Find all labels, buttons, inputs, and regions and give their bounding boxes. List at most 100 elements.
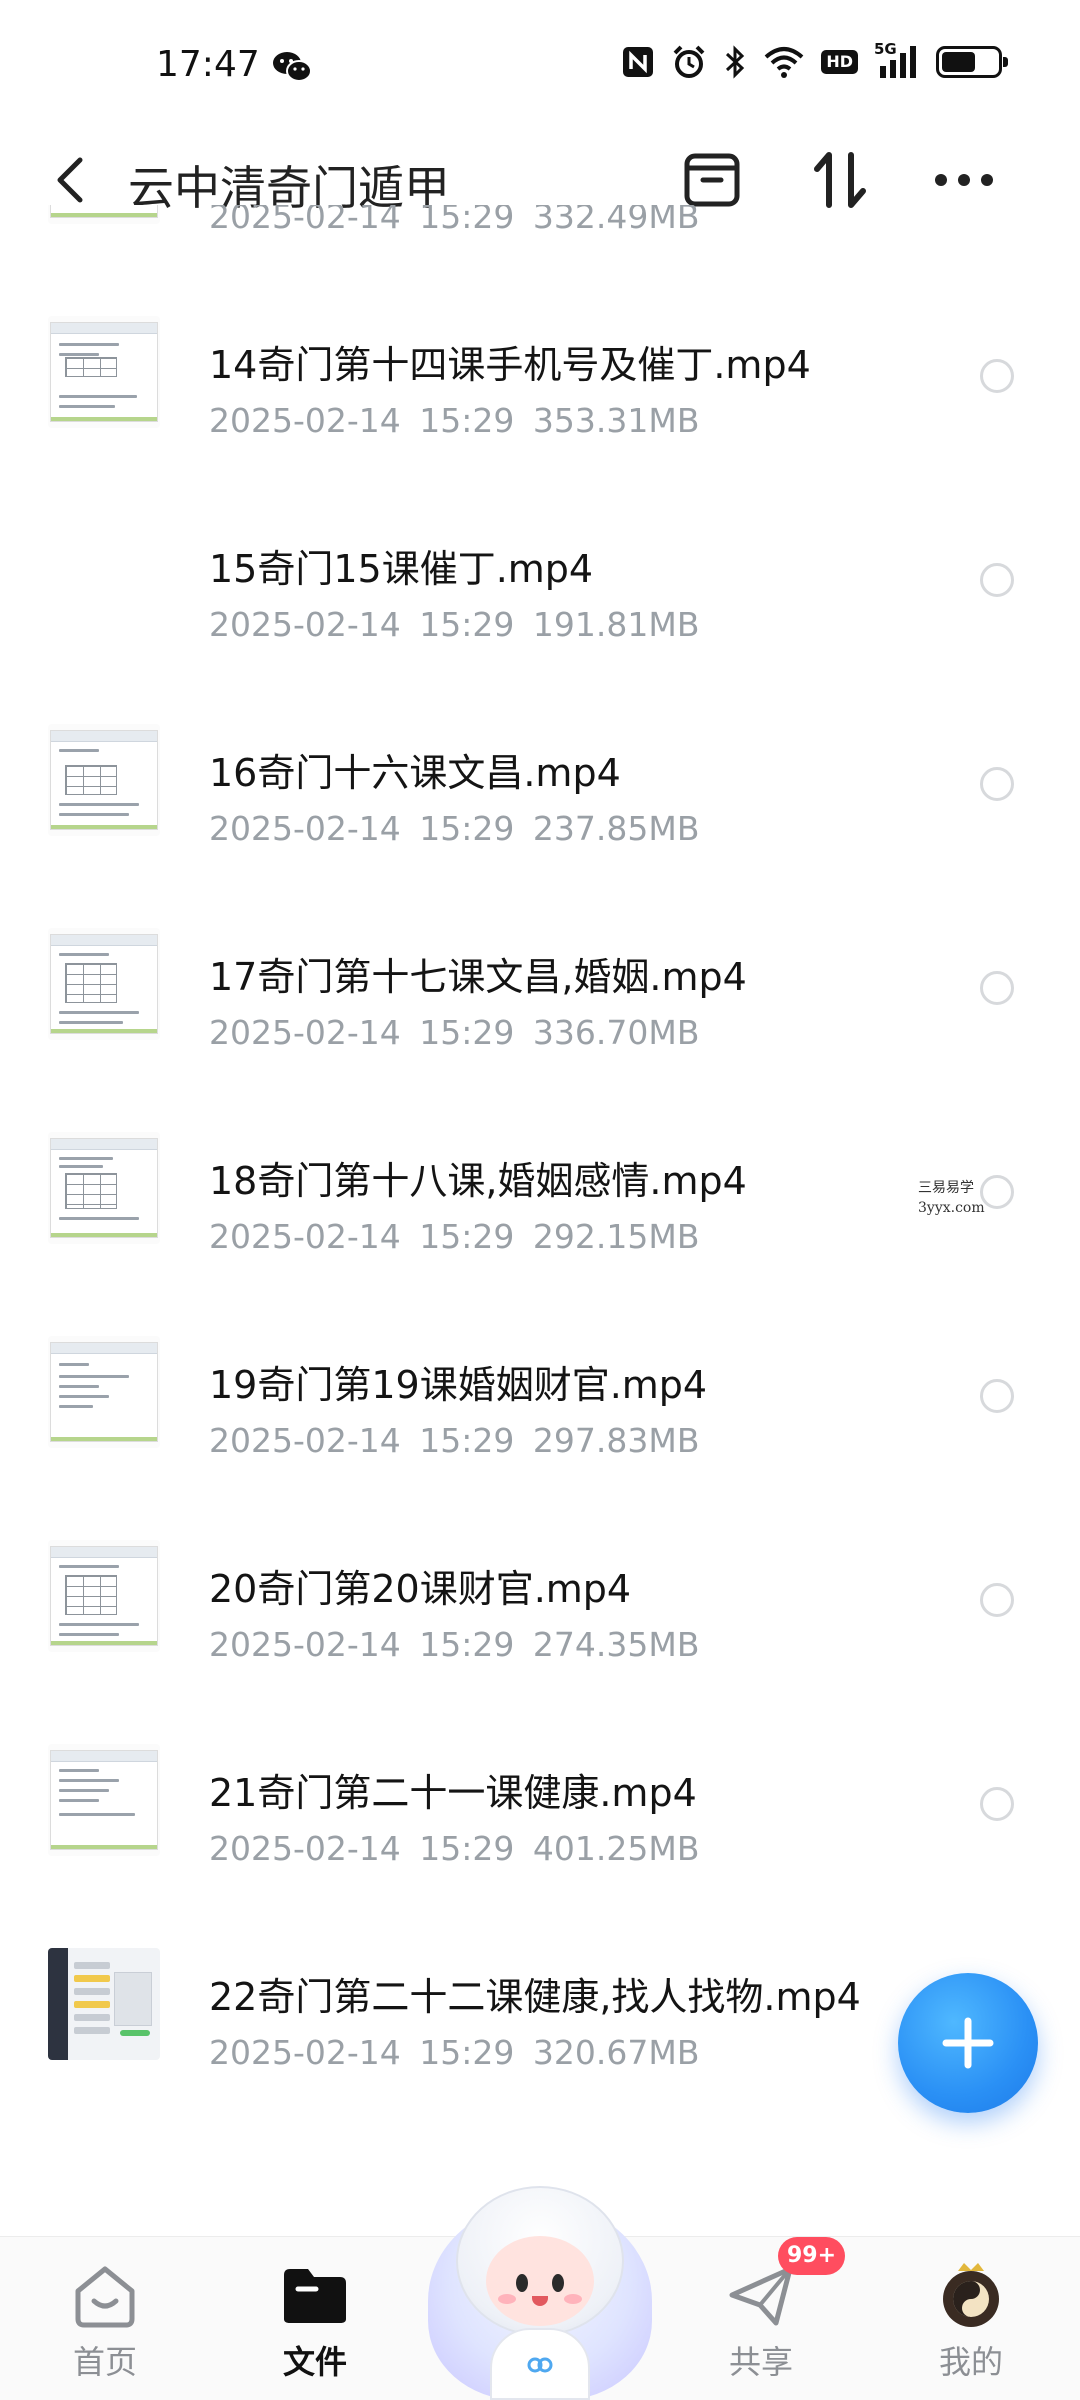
file-name: 22奇门第二十二课健康,找人找物.mp4 — [209, 1975, 861, 2019]
file-row[interactable]: 16奇门十六课文昌.mp4 2025-02-14 15:29 237.85MB — [0, 678, 1080, 882]
select-checkbox[interactable] — [980, 359, 1014, 393]
wechat-icon — [273, 52, 312, 82]
file-meta: 2025-02-14 15:29 297.83MB — [209, 1421, 699, 1460]
sort-button[interactable] — [808, 148, 872, 212]
watermark-line2: 3yyx.com — [918, 1200, 985, 1216]
file-size: 353.31MB — [532, 401, 700, 440]
nav-files-label: 文件 — [282, 2343, 347, 2381]
file-date: 2025-02-14 — [209, 401, 401, 440]
file-date: 2025-02-14 — [209, 1013, 401, 1052]
hd-badge: HD — [821, 50, 858, 74]
more-button[interactable] — [932, 148, 996, 212]
file-date: 2025-02-14 — [209, 1421, 401, 1460]
file-row[interactable]: 15奇门15课催丁.mp4 2025-02-14 15:29 191.81MB — [0, 474, 1080, 678]
file-meta: 2025-02-14 15:29 292.15MB — [209, 1217, 699, 1256]
file-date: 2025-02-14 — [209, 605, 401, 644]
file-thumbnail — [48, 316, 160, 428]
battery-icon — [936, 46, 1008, 78]
file-row[interactable]: 17奇门第十七课文昌,婚姻.mp4 2025-02-14 15:29 336.7… — [0, 882, 1080, 1086]
share-badge: 99+ — [778, 2237, 846, 2275]
file-thumbnail — [48, 205, 160, 224]
wifi-icon — [765, 47, 804, 78]
file-row[interactable]: 2025-02-14 15:29 332.49MB — [0, 205, 1080, 270]
file-meta: 2025-02-14 15:29 274.35MB — [209, 1625, 699, 1664]
file-name: 20奇门第20课财官.mp4 — [209, 1567, 632, 1611]
status-icons: HD 5G — [621, 40, 1008, 80]
file-thumbnail — [48, 928, 160, 1040]
file-name: 21奇门第二十一课健康.mp4 — [209, 1771, 697, 1815]
sort-icon — [814, 152, 866, 208]
nav-mine-label: 我的 — [938, 2343, 1003, 2381]
file-size: 274.35MB — [532, 1625, 700, 1664]
more-icon — [935, 174, 993, 186]
file-name: 16奇门十六课文昌.mp4 — [209, 751, 621, 795]
file-row[interactable]: 20奇门第20课财官.mp4 2025-02-14 15:29 274.35MB — [0, 1494, 1080, 1698]
file-time: 15:29 — [419, 205, 515, 236]
watermark: 三易易学 3yyx.com — [918, 1178, 985, 1218]
file-name: 19奇门第19课婚姻财官.mp4 — [209, 1363, 708, 1407]
archive-icon — [684, 153, 740, 207]
file-time: 15:29 — [419, 809, 515, 848]
file-date: 2025-02-14 — [209, 1625, 401, 1664]
alarm-icon — [673, 45, 705, 78]
select-checkbox[interactable] — [980, 1787, 1014, 1821]
nfc-icon — [623, 47, 654, 77]
nav-files[interactable]: 文件 — [240, 2237, 390, 2400]
file-row[interactable]: 19奇门第19课婚姻财官.mp4 2025-02-14 15:29 297.83… — [0, 1290, 1080, 1494]
nav-mine[interactable]: 我的 — [896, 2237, 1046, 2400]
file-meta: 2025-02-14 15:29 237.85MB — [209, 809, 699, 848]
mascot-icon[interactable] — [428, 2178, 652, 2400]
file-meta: 2025-02-14 15:29 353.31MB — [209, 401, 699, 440]
select-checkbox[interactable] — [980, 1583, 1014, 1617]
file-date: 2025-02-14 — [209, 809, 401, 848]
file-time: 15:29 — [419, 1421, 515, 1460]
file-row[interactable]: 21奇门第二十一课健康.mp4 2025-02-14 15:29 401.25M… — [0, 1698, 1080, 1902]
select-checkbox[interactable] — [980, 1175, 1014, 1209]
nav-home[interactable]: 首页 — [30, 2237, 180, 2400]
file-list[interactable]: 2025-02-14 15:29 332.49MB 14奇门第十四课手机号及催丁… — [0, 205, 1080, 2235]
file-size: 191.81MB — [532, 605, 700, 644]
bluetooth-icon — [726, 45, 745, 79]
select-checkbox[interactable] — [980, 971, 1014, 1005]
file-size: 237.85MB — [532, 809, 700, 848]
file-row[interactable]: 14奇门第十四课手机号及催丁.mp4 2025-02-14 15:29 353.… — [0, 270, 1080, 474]
file-time: 15:29 — [419, 1625, 515, 1664]
avatar-icon — [936, 2261, 1006, 2331]
archive-button[interactable] — [680, 148, 744, 212]
file-thumbnail — [48, 724, 160, 836]
file-size: 297.83MB — [532, 1421, 700, 1460]
file-thumbnail — [48, 1744, 160, 1856]
file-name: 14奇门第十四课手机号及催丁.mp4 — [209, 343, 811, 387]
folder-icon — [280, 2261, 350, 2331]
file-time: 15:29 — [419, 1829, 515, 1868]
file-thumbnail — [48, 1132, 160, 1244]
file-name: 17奇门第十七课文昌,婚姻.mp4 — [209, 955, 747, 999]
file-time: 15:29 — [419, 1217, 515, 1256]
status-time: 17:47 — [156, 44, 260, 85]
file-meta: 2025-02-14 15:29 336.70MB — [209, 1013, 699, 1052]
5g-signal-icon: 5G — [874, 40, 920, 80]
file-meta: 2025-02-14 15:29 191.81MB — [209, 605, 699, 644]
file-date: 2025-02-14 — [209, 205, 401, 236]
file-thumbnail — [48, 1336, 160, 1448]
nav-share-label: 共享 — [728, 2343, 793, 2381]
file-size: 332.49MB — [532, 205, 700, 236]
file-time: 15:29 — [419, 605, 515, 644]
file-date: 2025-02-14 — [209, 1217, 401, 1256]
select-checkbox[interactable] — [980, 767, 1014, 801]
nav-home-label: 首页 — [72, 2343, 137, 2381]
file-meta: 2025-02-14 15:29 332.49MB — [209, 205, 699, 236]
file-size: 320.67MB — [532, 2033, 700, 2072]
file-thumbnail — [48, 1948, 160, 2060]
select-checkbox[interactable] — [980, 563, 1014, 597]
file-meta: 2025-02-14 15:29 320.67MB — [209, 2033, 699, 2072]
file-time: 15:29 — [419, 1013, 515, 1052]
file-date: 2025-02-14 — [209, 1829, 401, 1868]
back-arrow-icon[interactable] — [50, 154, 94, 206]
file-time: 15:29 — [419, 2033, 515, 2072]
add-button[interactable] — [898, 1973, 1038, 2113]
file-time: 15:29 — [419, 401, 515, 440]
file-size: 401.25MB — [532, 1829, 700, 1868]
file-size: 336.70MB — [532, 1013, 700, 1052]
select-checkbox[interactable] — [980, 1379, 1014, 1413]
